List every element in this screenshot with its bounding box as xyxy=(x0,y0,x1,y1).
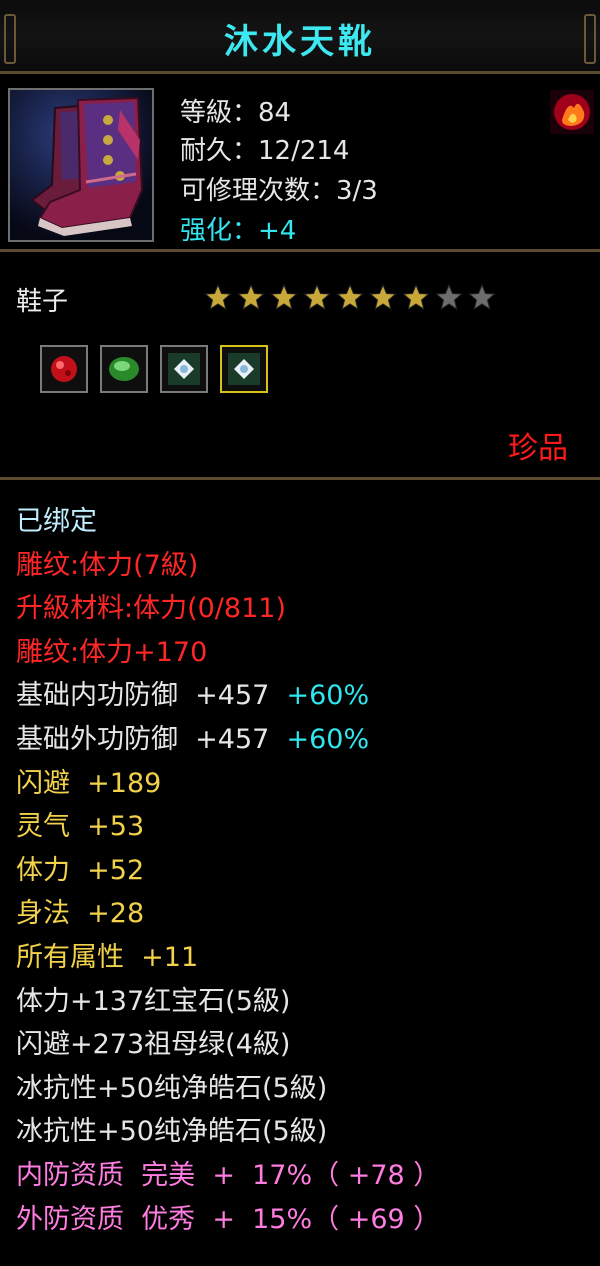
inner-quality-line: 内防资质 完美 + 17%（ +78 ） xyxy=(16,1159,441,1191)
repair-count-text: 可修理次数：3/3 xyxy=(180,176,378,206)
gem-stat-line: 冰抗性+50纯净皓石(5級) xyxy=(16,1116,328,1148)
outer-defense-percent: +60% xyxy=(286,723,370,755)
outer-defense-line: 基础外功防御 +457 +60% xyxy=(16,718,586,762)
star-filled-icon xyxy=(204,283,232,311)
attribute-list: 已绑定 雕纹:体力(7級) 升級材料:体力(0/811) 雕纹:体力+170 基… xyxy=(16,500,586,1241)
inner-defense-percent: +60% xyxy=(286,680,370,712)
spirit-line: 灵气 +53 xyxy=(16,811,145,843)
red-gem-icon[interactable] xyxy=(40,345,88,393)
white-gem-icon[interactable] xyxy=(160,345,208,393)
star-filled-icon xyxy=(270,283,298,311)
star-filled-icon xyxy=(303,283,331,311)
gem-slots xyxy=(40,345,268,393)
carve-bonus-line: 雕纹:体力+170 xyxy=(16,636,208,668)
star-filled-icon xyxy=(369,283,397,311)
item-name: 沐水天靴 xyxy=(224,22,376,62)
gem-stat-line: 闪避+273祖母绿(4級) xyxy=(16,1029,291,1061)
item-type-label: 鞋子 xyxy=(16,287,69,317)
title-bar: 沐水天靴 xyxy=(0,0,600,74)
item-summary: 鞋子 珍品 xyxy=(0,255,600,480)
gem-stat-line: 冰抗性+50纯净皓石(5級) xyxy=(16,1072,328,1104)
star-filled-icon xyxy=(402,283,430,311)
outer-defense-value: 基础外功防御 +457 xyxy=(16,723,270,755)
durability-text: 耐久：12/214 xyxy=(180,136,350,166)
star-empty-icon xyxy=(435,283,463,311)
boots-icon xyxy=(8,88,154,242)
star-empty-icon xyxy=(468,283,496,311)
inner-defense-line: 基础内功防御 +457 +60% xyxy=(16,674,586,718)
item-header: 等級：84 耐久：12/214 可修理次数：3/3 强化：+4 xyxy=(0,80,600,252)
inner-defense-value: 基础内功防御 +457 xyxy=(16,680,270,712)
carve-level-line: 雕纹:体力(7級) xyxy=(16,549,199,581)
upgrade-material-line: 升級材料:体力(0/811) xyxy=(16,593,286,625)
enhance-text: 强化：+4 xyxy=(180,216,297,246)
white-gem-icon[interactable] xyxy=(220,345,268,393)
level-text: 等級：84 xyxy=(180,98,292,128)
bound-status: 已绑定 xyxy=(16,506,97,537)
rarity-label: 珍品 xyxy=(508,431,568,466)
flame-badge-icon xyxy=(550,90,594,134)
all-attributes-line: 所有属性 +11 xyxy=(16,941,199,973)
outer-quality-line: 外防资质 优秀 + 15%（ +69 ） xyxy=(16,1203,441,1235)
stamina-line: 体力 +52 xyxy=(16,854,145,886)
gem-stat-line: 体力+137红宝石(5級) xyxy=(16,985,291,1017)
star-rating xyxy=(204,283,496,311)
star-filled-icon xyxy=(336,283,364,311)
dodge-line: 闪避 +189 xyxy=(16,767,162,799)
star-filled-icon xyxy=(237,283,265,311)
green-gem-icon[interactable] xyxy=(100,345,148,393)
agility-line: 身法 +28 xyxy=(16,898,145,930)
